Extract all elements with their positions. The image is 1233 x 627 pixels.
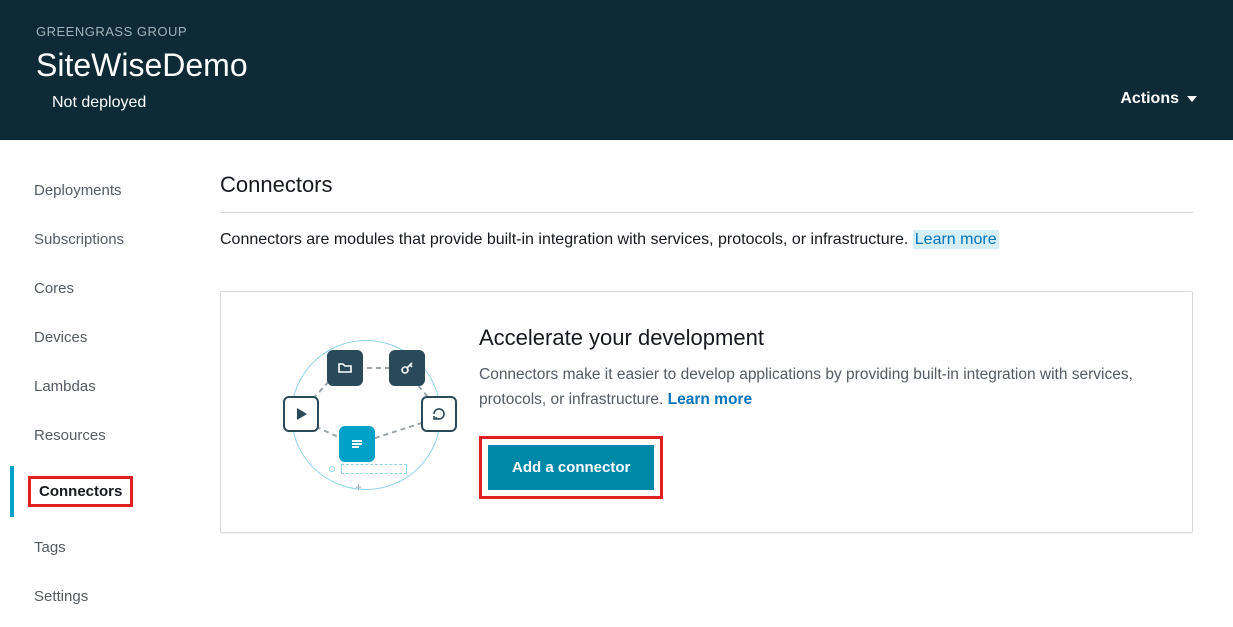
list-icon [339,426,375,462]
breadcrumb: GREENGRASS GROUP [36,24,248,39]
sidebar-item-settings[interactable]: Settings [10,578,220,615]
page-body: Deployments Subscriptions Cores Devices … [0,140,1233,627]
card-text-block: Accelerate your development Connectors m… [479,325,1162,498]
learn-more-link-card[interactable]: Learn more [668,391,752,408]
intro-body: Connectors are modules that provide buil… [220,231,913,248]
illustration-dash-rect [341,464,407,474]
key-icon [389,350,425,386]
page-title: Connectors [220,172,1193,198]
sidebar-item-devices[interactable]: Devices [10,319,220,356]
plus-icon: + [355,480,362,494]
actions-dropdown-button[interactable]: Actions [1120,90,1197,112]
group-title: SiteWiseDemo [36,47,248,84]
sidebar-nav: Deployments Subscriptions Cores Devices … [0,172,220,627]
illustration-dot [329,466,335,472]
actions-label: Actions [1120,90,1179,108]
card-desc-body: Connectors make it easier to develop app… [479,366,1133,407]
annotation-highlight-button: Add a connector [479,436,663,499]
sidebar-item-deployments[interactable]: Deployments [10,172,220,209]
connectors-illustration: + [241,322,461,502]
play-icon [283,396,319,432]
sidebar-item-subscriptions[interactable]: Subscriptions [10,221,220,258]
main-content: Connectors Connectors are modules that p… [220,172,1233,627]
sidebar-item-cores[interactable]: Cores [10,270,220,307]
caret-down-icon [1187,96,1197,102]
title-divider [220,212,1193,213]
page-header: GREENGRASS GROUP SiteWiseDemo Not deploy… [0,0,1233,140]
card-description: Connectors make it easier to develop app… [479,363,1162,411]
intro-text: Connectors are modules that provide buil… [220,231,1193,249]
deployment-status: Not deployed [52,94,248,112]
empty-state-card: + Accelerate your development Connectors… [220,291,1193,533]
folder-icon [327,350,363,386]
annotation-highlight-sidebar: Connectors [28,476,133,507]
add-connector-button[interactable]: Add a connector [488,445,654,490]
sidebar-item-label: Connectors [39,483,122,500]
sidebar-item-lambdas[interactable]: Lambdas [10,368,220,405]
sidebar-item-tags[interactable]: Tags [10,529,220,566]
sidebar-item-connectors[interactable]: Connectors [10,466,220,517]
sidebar-item-resources[interactable]: Resources [10,417,220,454]
header-left: GREENGRASS GROUP SiteWiseDemo Not deploy… [36,24,248,112]
refresh-icon [421,396,457,432]
learn-more-link-top[interactable]: Learn more [913,230,999,249]
card-heading: Accelerate your development [479,325,1162,351]
